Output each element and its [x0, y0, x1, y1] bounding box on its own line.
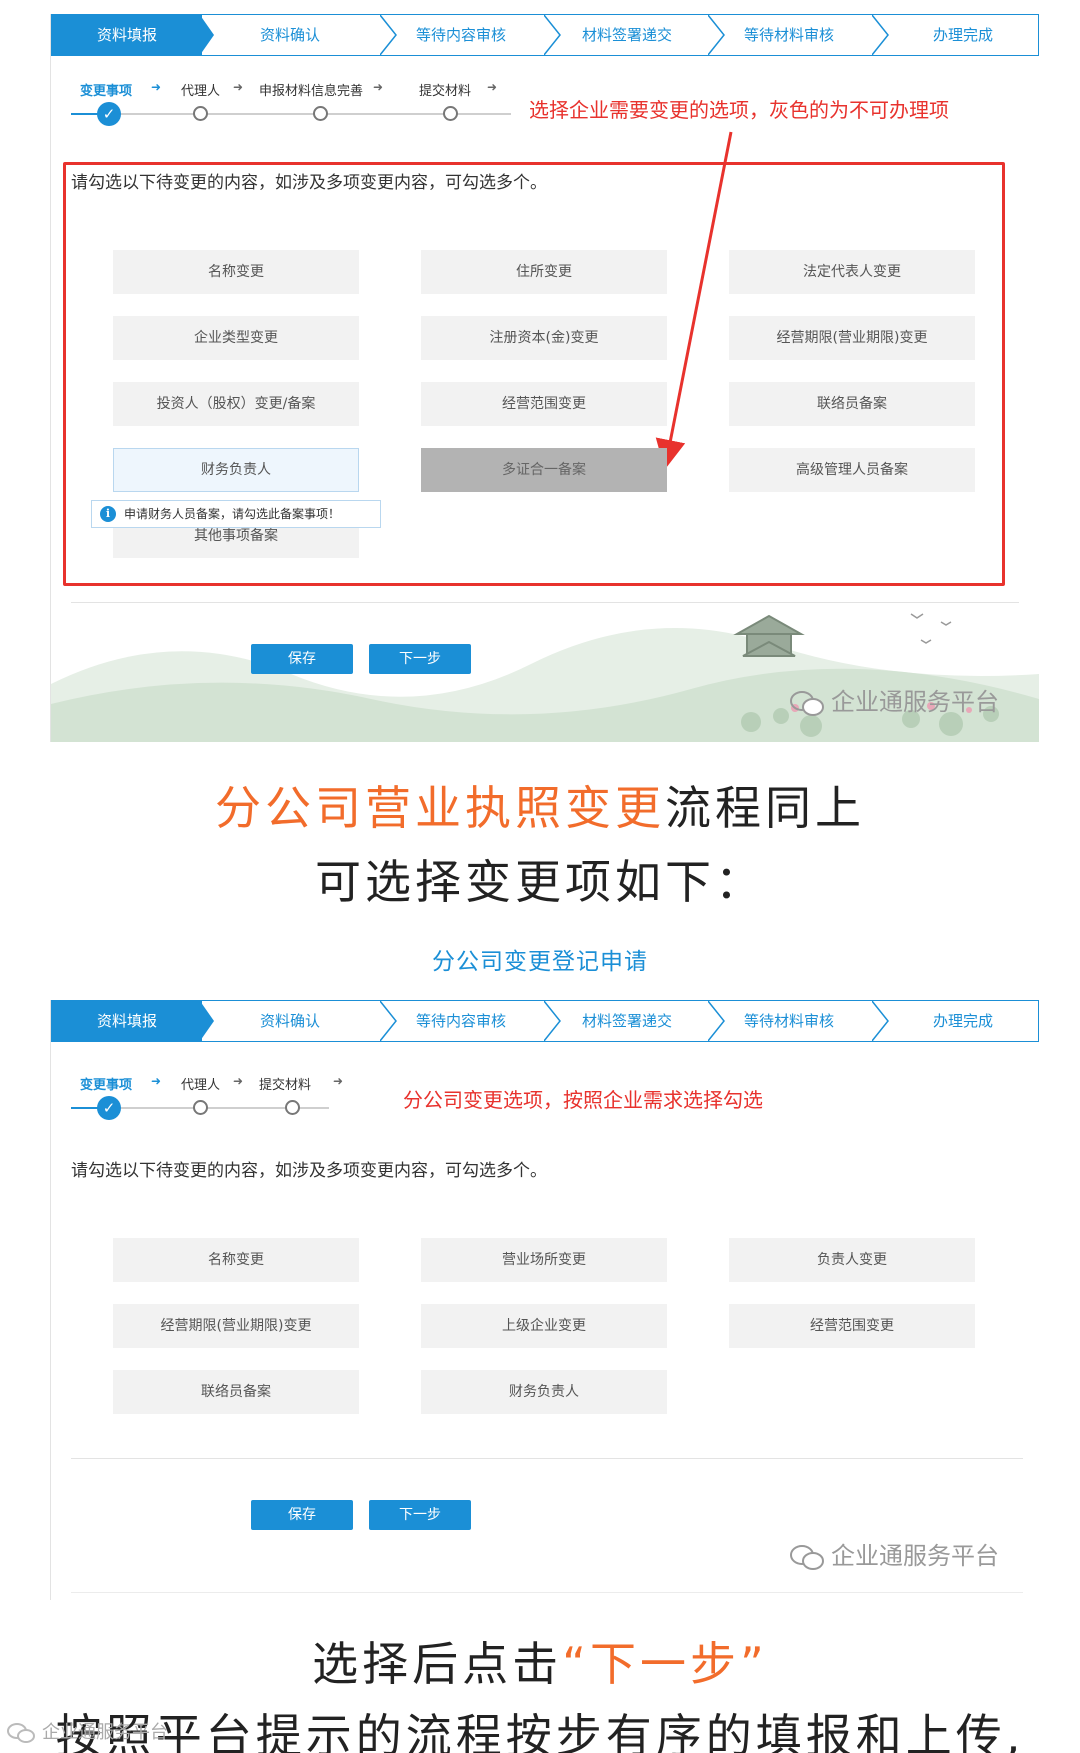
caption-click-next: 选择后点击“下一步” — [0, 1628, 1080, 1694]
progress-step-material-review: 等待材料审核 — [743, 1012, 834, 1030]
progress-step-content-review: 等待内容审核 — [415, 1012, 506, 1030]
arrow-right-icon: ➜ — [333, 1074, 344, 1088]
substep-submit[interactable]: 提交材料 — [259, 1074, 311, 1093]
substep-dot — [285, 1100, 300, 1115]
watermark-text: 企业通服务平台 — [831, 688, 999, 716]
caption-text: 流程同上 — [665, 781, 865, 835]
option-legal-rep-change[interactable]: 法定代表人变更 — [729, 250, 975, 294]
option-address-change[interactable]: 住所变更 — [421, 250, 667, 294]
divider — [71, 1458, 1023, 1459]
caption-quote-close: ” — [740, 1637, 768, 1691]
corner-watermark: 企业通服务平台 — [6, 1718, 168, 1745]
watermark: 企业通服务平台 — [789, 1536, 999, 1571]
caption-quote-open: “ — [562, 1637, 590, 1691]
substep-change-items[interactable]: 变更事项 — [80, 1074, 132, 1093]
option-name-change[interactable]: 名称变更 — [113, 250, 359, 294]
option-principal-change[interactable]: 负责人变更 — [729, 1238, 975, 1282]
instruction-text: 请勾选以下待变更的内容，如涉及多项变更内容，可勾选多个。 — [71, 1161, 547, 1181]
progress-step-complete: 办理完成 — [932, 1012, 993, 1030]
screenshot-branch-change: 资料填报 资料确认 等待内容审核 材料签署递交 等待材料审核 办理完成 变更事项… — [50, 1000, 1039, 1600]
option-company-type-change[interactable]: 企业类型变更 — [113, 316, 359, 360]
option-name-change[interactable]: 名称变更 — [113, 1238, 359, 1282]
arrow-right-icon: ➜ — [151, 1074, 162, 1088]
tooltip-text: 申请财务人员备案，请勾选此备案事项！ — [124, 507, 341, 521]
substep-dot — [193, 1100, 208, 1115]
check-icon: ✓ — [97, 1096, 121, 1120]
substep-agent[interactable]: 代理人 — [181, 1074, 220, 1093]
caption-highlight: 下一步 — [590, 1637, 740, 1691]
wechat-icon — [790, 1545, 824, 1570]
info-icon: i — [100, 506, 116, 522]
option-investor-change[interactable]: 投资人（股权）变更/备案 — [113, 382, 359, 426]
watermark: 企业通服务平台 — [789, 682, 999, 717]
option-business-site-change[interactable]: 营业场所变更 — [421, 1238, 667, 1282]
corner-watermark-text: 企业通服务平台 — [42, 1722, 168, 1743]
progress-step-fill: 资料填报 — [52, 1001, 202, 1041]
option-liaison-filing[interactable]: 联络员备案 — [729, 382, 975, 426]
landscape-background-image — [51, 613, 1039, 742]
divider — [71, 1592, 1023, 1593]
next-step-button[interactable]: 下一步 — [369, 1500, 471, 1530]
tooltip: i 申请财务人员备案，请勾选此备案事项！ — [91, 500, 381, 528]
option-liaison-filing[interactable]: 联络员备案 — [113, 1370, 359, 1414]
caption-highlight: 分公司营业执照变更 — [215, 781, 665, 835]
section-subheading: 分公司变更登记申请 — [432, 949, 648, 975]
option-capital-change[interactable]: 注册资本(金)变更 — [421, 316, 667, 360]
option-term-change[interactable]: 经营期限(营业期限)变更 — [113, 1304, 359, 1348]
wechat-icon — [7, 1723, 35, 1743]
option-senior-mgmt-filing[interactable]: 高级管理人员备案 — [729, 448, 975, 492]
next-step-button[interactable]: 下一步 — [369, 644, 471, 674]
caption-options-below: 可选择变更项如下： — [315, 855, 765, 909]
watermark-text: 企业通服务平台 — [831, 1542, 999, 1570]
option-finance-officer[interactable]: 财务负责人 — [421, 1370, 667, 1414]
option-multi-cert-filing: 多证合一备案 — [421, 448, 667, 492]
progress-bar: 资料填报 资料确认 等待内容审核 材料签署递交 等待材料审核 办理完成 — [51, 1000, 1039, 1042]
caption-branch-license: 分公司营业执照变更流程同上 — [0, 772, 1080, 838]
option-finance-officer[interactable]: 财务负责人 — [113, 448, 359, 492]
option-scope-change[interactable]: 经营范围变更 — [729, 1304, 975, 1348]
option-parent-company-change[interactable]: 上级企业变更 — [421, 1304, 667, 1348]
screenshot-enterprise-change: 资料填报 资料确认 等待内容审核 材料签署递交 等待材料审核 办理完成 变更事项… — [50, 14, 1039, 742]
arrow-right-icon: ➜ — [233, 1074, 244, 1088]
progress-step-confirm: 资料确认 — [259, 1012, 320, 1030]
option-term-change[interactable]: 经营期限(营业期限)变更 — [729, 316, 975, 360]
save-button[interactable]: 保存 — [251, 1500, 353, 1530]
option-scope-change[interactable]: 经营范围变更 — [421, 382, 667, 426]
divider — [71, 602, 1019, 603]
annotation-text: 分公司变更选项，按照企业需求选择勾选 — [403, 1088, 763, 1112]
caption-text: 选择后点击 — [312, 1637, 563, 1691]
instruction-text: 请勾选以下待变更的内容，如涉及多项变更内容，可勾选多个。 — [71, 173, 547, 193]
progress-step-sign: 材料签署递交 — [581, 1012, 672, 1030]
save-button[interactable]: 保存 — [251, 644, 353, 674]
wechat-icon — [790, 691, 824, 716]
